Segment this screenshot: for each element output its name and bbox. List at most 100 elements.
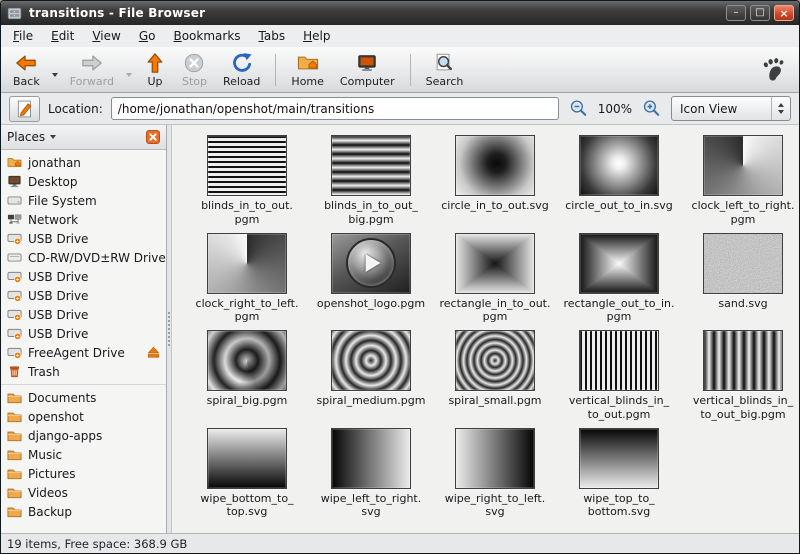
file-item[interactable]: wipe_​left_​to_​right.​svg: [310, 428, 432, 520]
file-item[interactable]: spiral_​big.​pgm: [186, 330, 308, 422]
usb-drive-icon: [7, 326, 22, 341]
search-button[interactable]: Search: [418, 49, 472, 90]
file-item[interactable]: wipe_​top_​to_​bottom.​svg: [558, 428, 680, 520]
menu-edit[interactable]: Edit: [42, 27, 83, 45]
location-toggle-button[interactable]: [9, 96, 40, 122]
file-item[interactable]: wipe_​bottom_​to_​top.​svg: [186, 428, 308, 520]
place-file-system[interactable]: File System: [1, 191, 166, 210]
file-item[interactable]: wipe_​right_​to_​left.​svg: [434, 428, 556, 520]
file-item[interactable]: vertical_​blinds_​in_​to_​out.​pgm: [558, 330, 680, 422]
places-header[interactable]: Places: [1, 125, 166, 150]
place-label: USB Drive: [28, 270, 88, 284]
menu-help[interactable]: Help: [294, 27, 339, 45]
place-cd-rw-dvd-rw-drive[interactable]: CD-RW/DVD±RW Drive: [1, 248, 166, 267]
file-item[interactable]: sand.​svg: [682, 233, 799, 325]
computer-button[interactable]: Computer: [332, 49, 403, 90]
file-manager-icon: [6, 5, 23, 22]
stop-button[interactable]: Stop: [174, 49, 215, 90]
place-usb-drive[interactable]: USB Drive: [1, 324, 166, 343]
menu-view[interactable]: View: [83, 27, 129, 45]
place-freeagent-drive[interactable]: FreeAgent Drive: [1, 343, 166, 362]
window-title: transitions - File Browser: [29, 6, 205, 20]
place-label: USB Drive: [28, 289, 88, 303]
file-item[interactable]: blinds_​in_​to_​out.​pgm: [186, 135, 308, 227]
place-usb-drive[interactable]: USB Drive: [1, 267, 166, 286]
up-button[interactable]: Up: [136, 49, 174, 90]
place-openshot[interactable]: openshot: [1, 407, 166, 426]
reload-button[interactable]: Reload: [215, 49, 268, 90]
zoom-out-icon: [569, 99, 588, 118]
spiral-big-thumbnail: [207, 330, 287, 391]
location-input[interactable]: [111, 97, 559, 120]
toolbar-button-label: Home: [291, 75, 323, 88]
toolbar-separator: [275, 54, 276, 86]
file-item[interactable]: clock_​right_​to_​left.​pgm: [186, 233, 308, 325]
back-button[interactable]: Back: [5, 49, 48, 90]
place-documents[interactable]: Documents: [1, 388, 166, 407]
place-django-apps[interactable]: django-apps: [1, 426, 166, 445]
file-item[interactable]: rectangle_​in_​to_​out.​pgm: [434, 233, 556, 325]
menu-bookmarks[interactable]: Bookmarks: [164, 27, 249, 45]
gnome-foot-logo: [760, 57, 786, 83]
file-item[interactable]: spiral_​medium.​pgm: [310, 330, 432, 422]
place-usb-drive[interactable]: USB Drive: [1, 305, 166, 324]
sidebar-separator: [1, 384, 166, 385]
toolbar-button-label: Search: [426, 75, 464, 88]
file-item[interactable]: blinds_​in_​to_​out_​big.​pgm: [310, 135, 432, 227]
zoom-in-button[interactable]: [640, 97, 663, 120]
place-music[interactable]: Music: [1, 445, 166, 464]
place-trash[interactable]: Trash: [1, 362, 166, 381]
back-history-dropdown[interactable]: [48, 57, 62, 83]
titlebar[interactable]: transitions - File Browser – □ ×: [1, 1, 799, 25]
place-label: Videos: [28, 486, 68, 500]
file-item[interactable]: circle_​in_​to_​out.​svg: [434, 135, 556, 227]
place-network[interactable]: Network: [1, 210, 166, 229]
file-name: spiral_​big.​pgm: [207, 394, 288, 408]
close-button[interactable]: ×: [774, 5, 794, 21]
file-item[interactable]: clock_​left_​to_​right.​pgm: [682, 135, 799, 227]
minimize-button[interactable]: –: [726, 5, 746, 21]
places-close-button[interactable]: [146, 130, 160, 144]
place-usb-drive[interactable]: USB Drive: [1, 229, 166, 248]
place-label: USB Drive: [28, 232, 88, 246]
eject-button[interactable]: [146, 345, 161, 360]
place-desktop[interactable]: Desktop: [1, 172, 166, 191]
toolbar-button-label: Forward: [70, 75, 114, 88]
places-close-icon: [146, 130, 160, 144]
maximize-button[interactable]: □: [750, 5, 770, 21]
menu-file[interactable]: File: [4, 27, 42, 45]
file-item[interactable]: circle_​out_​to_​in.​svg: [558, 135, 680, 227]
forward-history-dropdown[interactable]: [122, 57, 136, 83]
menu-go[interactable]: Go: [130, 27, 165, 45]
place-pictures[interactable]: Pictures: [1, 464, 166, 483]
place-backup[interactable]: Backup: [1, 502, 166, 521]
file-name: wipe_​top_​to_​bottom.​svg: [563, 492, 675, 520]
openshot-logo-thumbnail: [331, 233, 411, 294]
spiral-medium-thumbnail: [331, 330, 411, 391]
place-label: Pictures: [28, 467, 76, 481]
file-item[interactable]: spiral_​small.​pgm: [434, 330, 556, 422]
clock-rl-thumbnail: [207, 233, 287, 294]
status-text: 19 items, Free space: 368.9 GB: [7, 537, 187, 551]
wipe-ltr-thumbnail: [331, 428, 411, 489]
place-label: USB Drive: [28, 308, 88, 322]
view-mode-select[interactable]: Icon View: [671, 96, 791, 121]
file-item[interactable]: rectangle_​out_​to_​in.​pgm: [558, 233, 680, 325]
place-usb-drive[interactable]: USB Drive: [1, 286, 166, 305]
chevron-down-icon: [50, 135, 56, 139]
file-name: openshot_​logo.​pgm: [317, 297, 425, 311]
network-icon: [7, 212, 22, 227]
home-button[interactable]: Home: [283, 49, 331, 90]
folder-icon: [7, 485, 22, 500]
file-item[interactable]: vertical_​blinds_​in_​to_​out_​big.​pgm: [682, 330, 799, 422]
zoom-out-button[interactable]: [567, 97, 590, 120]
place-label: Trash: [28, 365, 60, 379]
place-jonathan[interactable]: jonathan: [1, 153, 166, 172]
menubar: FileEditViewGoBookmarksTabsHelp: [1, 25, 799, 47]
file-item[interactable]: openshot_​logo.​pgm: [310, 233, 432, 325]
place-videos[interactable]: Videos: [1, 483, 166, 502]
forward-button[interactable]: Forward: [62, 49, 122, 90]
folder-icon: [7, 447, 22, 462]
menu-tabs[interactable]: Tabs: [250, 27, 295, 45]
pane-splitter[interactable]: [167, 125, 172, 533]
